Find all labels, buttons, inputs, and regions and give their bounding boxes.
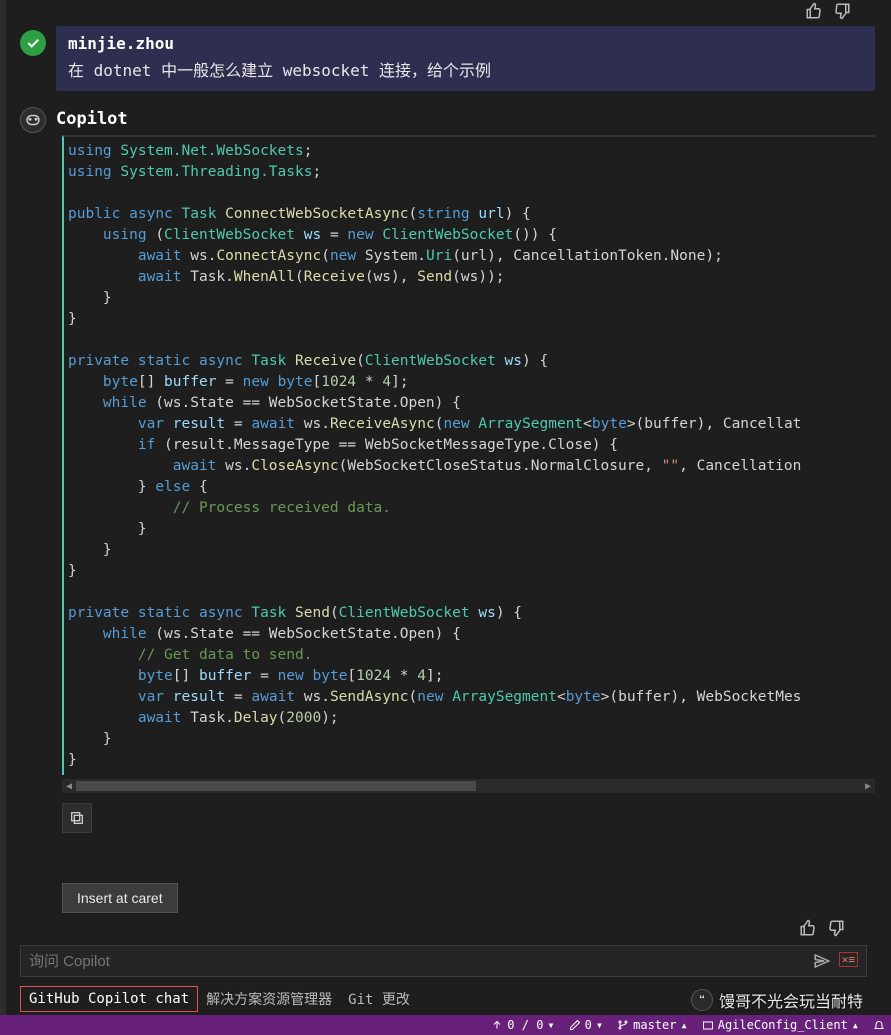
scroll-right-icon[interactable]: ▶ (861, 781, 875, 792)
status-branch[interactable]: master ▴ (617, 1018, 688, 1032)
assistant-message: Copilot (20, 103, 875, 135)
wechat-icon: ❝ (691, 989, 713, 1011)
status-warnings[interactable]: 0 ▾ (569, 1018, 603, 1032)
status-bar: 0 / 0 ▾ 0 ▾ master ▴ AgileConfig_Client … (0, 1015, 891, 1035)
tab-github-copilot-chat[interactable]: GitHub Copilot chat (20, 986, 198, 1012)
thumbs-up-icon[interactable] (799, 919, 817, 937)
user-message-text: 在 dotnet 中一般怎么建立 websocket 连接，给个示例 (68, 59, 863, 83)
thumbs-up-icon[interactable] (805, 2, 823, 20)
user-name: minjie.zhou (68, 34, 863, 53)
chevron-up-icon: ▴ (680, 1018, 687, 1032)
check-avatar-icon (20, 30, 46, 56)
horizontal-scrollbar[interactable]: ◀ ▶ (62, 779, 875, 793)
chevron-up-icon: ▴ (852, 1018, 859, 1032)
send-icon[interactable] (813, 952, 831, 970)
chat-input-row: ✕≡ (20, 945, 867, 977)
panel-tabs: GitHub Copilot chat 解决方案资源管理器 Git 更改 ❝ 馒… (6, 981, 881, 1015)
feedback-top (6, 0, 881, 26)
tab-git-changes[interactable]: Git 更改 (340, 985, 418, 1013)
scroll-left-icon[interactable]: ◀ (62, 781, 76, 792)
chat-input[interactable] (29, 953, 813, 970)
git-branch-icon (617, 1019, 629, 1031)
scroll-thumb[interactable] (76, 781, 476, 791)
clear-icon[interactable]: ✕≡ (839, 952, 858, 967)
code-block[interactable]: using System.Net.WebSockets; using Syste… (62, 135, 875, 775)
tab-solution-explorer[interactable]: 解决方案资源管理器 (198, 985, 340, 1013)
watermark: ❝ 馒哥不光会玩当耐特 (691, 988, 863, 1012)
bell-icon (873, 1019, 885, 1031)
thumbs-down-icon[interactable] (833, 2, 851, 20)
chevron-down-icon: ▾ (596, 1018, 603, 1032)
arrow-up-icon (491, 1019, 503, 1031)
insert-at-caret-button[interactable]: Insert at caret (62, 883, 178, 913)
user-message: minjie.zhou 在 dotnet 中一般怎么建立 websocket 连… (20, 26, 875, 91)
copilot-avatar-icon (20, 107, 46, 133)
copy-code-button[interactable] (62, 803, 92, 833)
pencil-icon (569, 1019, 581, 1031)
chevron-down-icon: ▾ (547, 1018, 554, 1032)
status-errors[interactable]: 0 / 0 ▾ (491, 1018, 554, 1032)
feedback-bottom (20, 913, 875, 945)
thumbs-down-icon[interactable] (827, 919, 845, 937)
status-notification-icon[interactable] (873, 1019, 885, 1031)
assistant-name: Copilot (56, 103, 128, 135)
status-project[interactable]: AgileConfig_Client ▴ (702, 1018, 859, 1032)
folder-icon (702, 1019, 714, 1031)
